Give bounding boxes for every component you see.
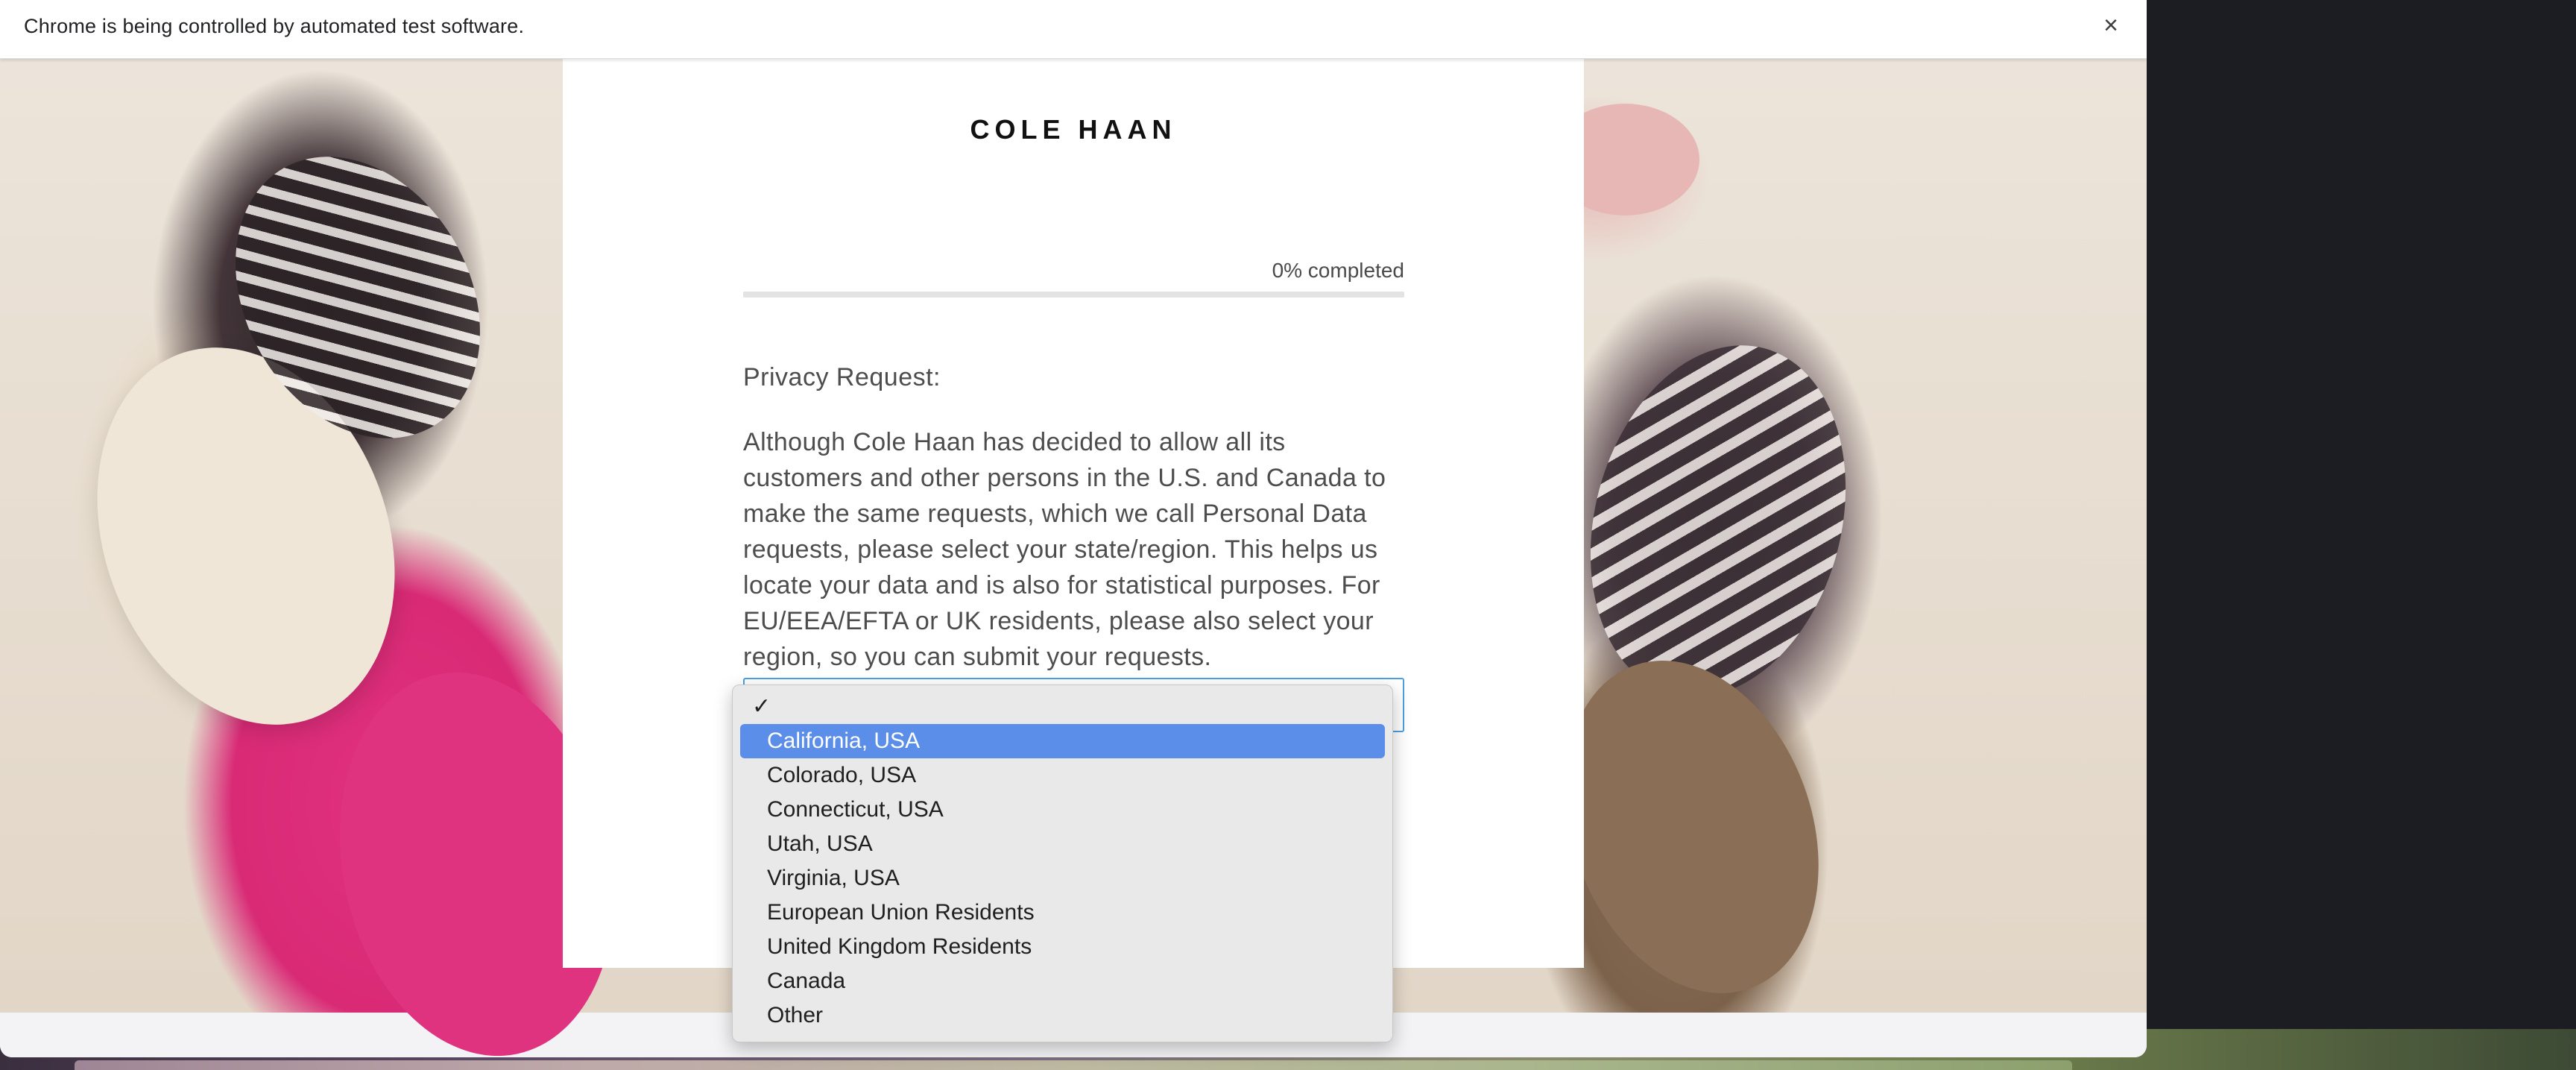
desktop-window-edge [75,1060,2072,1070]
progress-bar [743,292,1404,298]
dropdown-option[interactable]: Virginia, USA [740,861,1385,896]
dropdown-option[interactable]: Connecticut, USA [740,793,1385,827]
question-description: Although Cole Haan has decided to allow … [743,428,1386,671]
infobar-message: Chrome is being controlled by automated … [24,15,525,37]
check-icon: ✓ [752,694,771,719]
region-dropdown-list[interactable]: ✓ California, USA Colorado, USA Connecticu… [732,685,1393,1042]
dropdown-option[interactable]: Utah, USA [740,827,1385,861]
dropdown-option-blank[interactable]: ✓ [740,690,1385,724]
automation-infobar: Chrome is being controlled by automated … [0,0,2147,59]
dropdown-option[interactable]: California, USA [740,724,1385,758]
question-title: Privacy Request: [743,363,941,391]
dropdown-option[interactable]: European Union Residents [740,896,1385,930]
dropdown-option[interactable]: Colorado, USA [740,758,1385,793]
shoe-decoration [1553,316,1884,726]
dropdown-option[interactable]: United Kingdom Residents [740,930,1385,964]
brand-logo: COLE HAAN [970,114,1177,145]
dropdown-option[interactable]: Canada [740,964,1385,998]
progress-label: 0% completed [1272,259,1404,282]
close-icon[interactable]: × [2096,10,2126,40]
dropdown-option[interactable]: Other [740,998,1385,1033]
